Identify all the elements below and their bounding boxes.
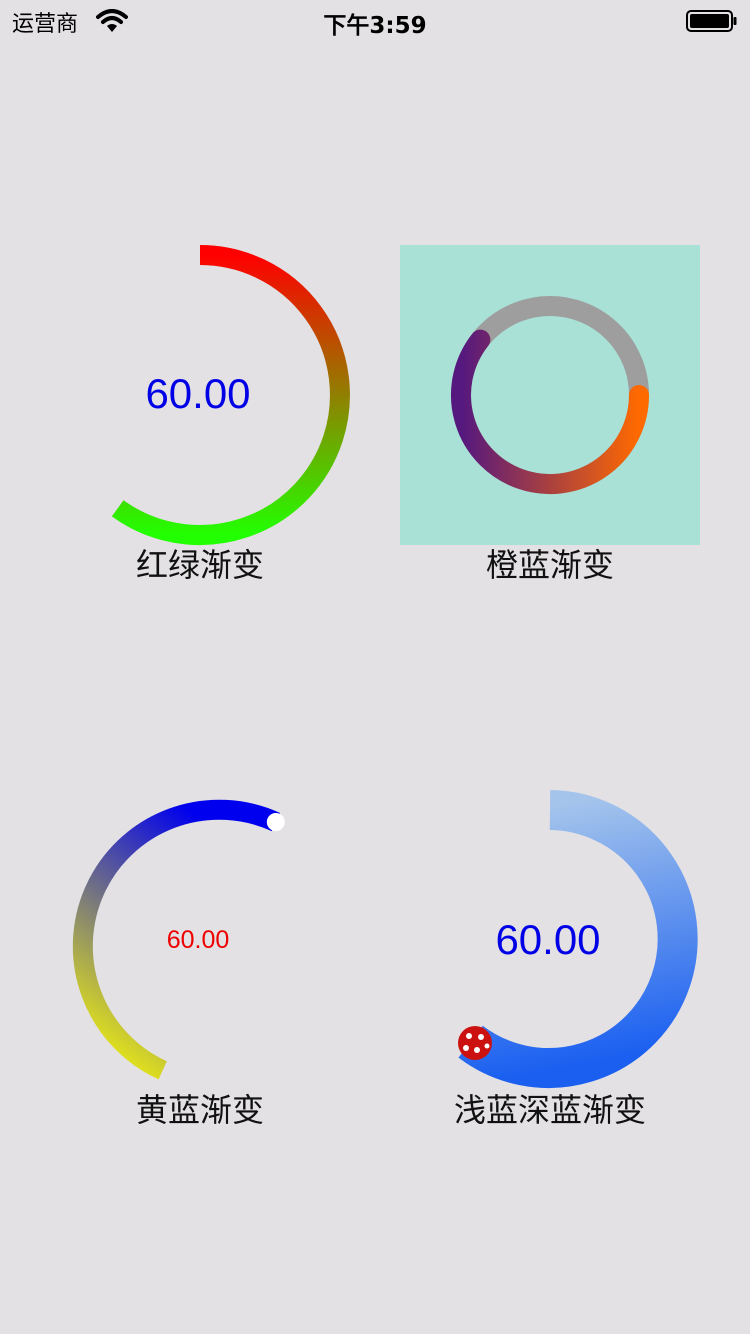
gauge-red-green: 60.00 <box>111 245 350 545</box>
gauge-label-red-green: 红绿渐变 <box>135 546 264 584</box>
gauge-value: 60.00 <box>145 370 250 417</box>
gauge-label-yellow-blue: 黄蓝渐变 <box>135 1091 264 1129</box>
gauge-orange-blue <box>400 245 700 545</box>
gauge-value: 60.00 <box>167 926 230 954</box>
gauge-yellow-blue: 60.00 <box>72 799 285 1080</box>
gauges-canvas: 60.00 60.00 60.00 <box>72 245 700 1088</box>
gauge-light-dark-blue: 60.00 <box>458 790 698 1088</box>
ball-knob-icon[interactable] <box>458 1026 492 1060</box>
gauge-knob[interactable] <box>266 813 285 831</box>
gauge-label-light-dark-blue: 浅蓝深蓝渐变 <box>453 1091 646 1129</box>
gauge-background <box>400 245 700 545</box>
gauge-value: 60.00 <box>495 916 600 963</box>
gauge-label-orange-blue: 橙蓝渐变 <box>485 546 614 584</box>
